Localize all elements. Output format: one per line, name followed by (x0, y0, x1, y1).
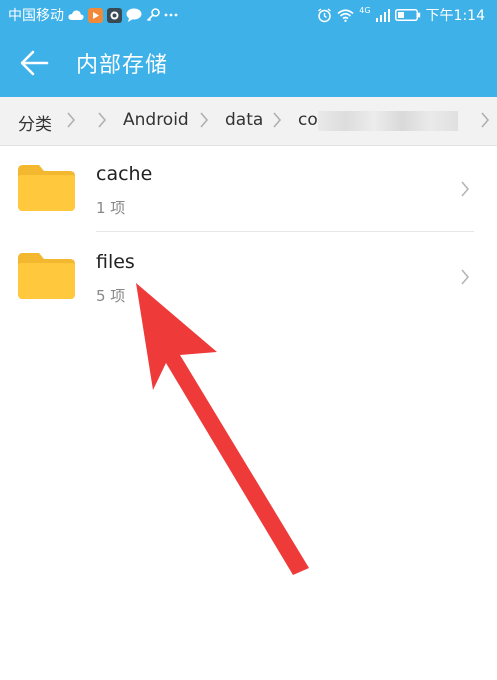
file-item-count: 5 项 (96, 287, 126, 305)
chevron-right-icon (461, 181, 470, 197)
chevron-right-icon (98, 112, 107, 128)
carrier-label: 中国移动 (8, 8, 64, 24)
file-name: files (96, 251, 135, 273)
status-bar: 中国移动 4G 下午1:14 (0, 0, 497, 27)
breadcrumb-item-current[interactable]: co (298, 110, 318, 130)
key-icon (146, 8, 160, 22)
breadcrumb-item-data[interactable]: data (225, 110, 263, 130)
folder-icon (18, 253, 75, 299)
alarm-icon (318, 7, 332, 22)
folder-icon (18, 165, 75, 211)
status-bar-left: 中国移动 (8, 5, 178, 25)
file-name: cache (96, 163, 153, 185)
file-row-files[interactable]: files 5 项 (0, 233, 497, 321)
status-bar-right: 4G 下午1:14 (317, 5, 485, 25)
redacted-path-segment (318, 111, 458, 131)
chevron-right-icon (461, 269, 470, 285)
network-type-label: 4G (359, 5, 371, 15)
app-bar: 内部存储 (0, 27, 497, 97)
battery-icon (394, 9, 420, 21)
page-title: 内部存储 (76, 53, 169, 78)
breadcrumb-item-category[interactable]: 分类 (18, 110, 52, 135)
message-icon (126, 8, 142, 22)
chevron-right-icon (67, 112, 76, 128)
cloud-icon (68, 10, 84, 20)
wifi-icon (337, 8, 354, 22)
chevron-right-icon (200, 112, 209, 128)
app-notification-icon (107, 7, 122, 23)
video-app-icon (88, 7, 103, 23)
back-arrow-icon[interactable] (20, 50, 50, 76)
clock-label: 下午1:14 (425, 8, 485, 24)
row-divider (96, 231, 474, 232)
file-item-count: 1 项 (96, 199, 126, 217)
chevron-right-icon (481, 112, 490, 128)
file-row-cache[interactable]: cache 1 项 (0, 145, 497, 233)
more-notifications-icon (164, 13, 178, 17)
breadcrumb-item-android[interactable]: Android (123, 110, 189, 130)
chevron-right-icon (273, 112, 282, 128)
signal-strength-icon (375, 8, 390, 22)
